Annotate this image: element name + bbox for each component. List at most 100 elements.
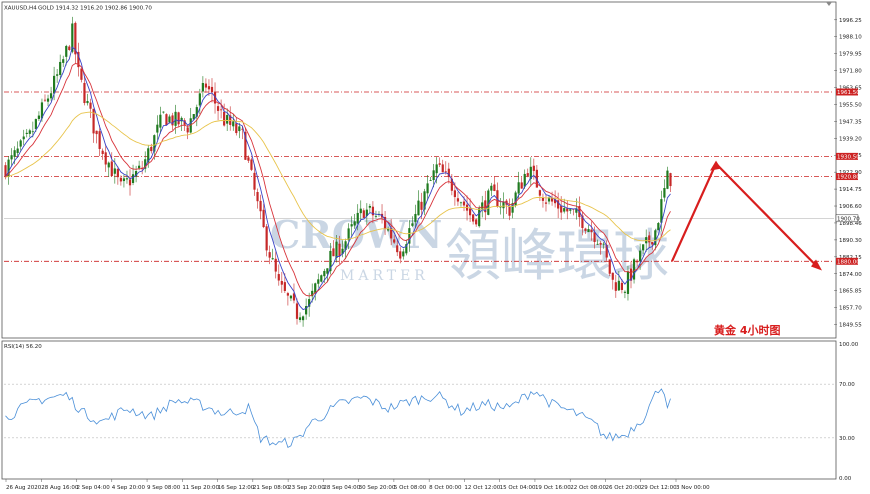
candle-body: [165, 114, 168, 126]
candle-body: [490, 185, 493, 191]
candle-body: [34, 119, 37, 129]
candle-body: [493, 184, 496, 191]
candle-body: [113, 168, 116, 174]
candle-body: [614, 282, 617, 291]
candle-body: [590, 229, 593, 233]
candle-body: [150, 146, 153, 152]
candle-body: [468, 208, 472, 216]
candle-body: [198, 93, 201, 106]
time-tick-label: 9 Sep 08:00: [147, 485, 181, 491]
time-tick-label: 26 Aug 2020: [6, 485, 42, 491]
candle-body: [265, 226, 268, 251]
candle-body: [283, 282, 286, 291]
candle-body: [43, 99, 47, 101]
candle-body: [432, 170, 435, 181]
candle-body: [62, 59, 65, 63]
candle-body: [220, 109, 223, 111]
candle-body: [608, 259, 611, 274]
candle-body: [560, 205, 563, 213]
price-tick-label: 1979.95: [839, 52, 862, 58]
candle-body: [277, 274, 280, 281]
candle-body: [22, 136, 25, 140]
candle-body: [89, 102, 92, 109]
candle-body: [374, 215, 378, 217]
candle-body: [663, 188, 666, 198]
candle-body: [295, 303, 299, 319]
time-tick-label: 16 Sep 12:00: [218, 485, 255, 491]
candle-body: [587, 229, 590, 233]
level-tag-label: 1930.50: [837, 154, 860, 160]
candle-body: [238, 126, 241, 132]
candle-body: [268, 252, 271, 258]
candle-body: [356, 212, 359, 224]
candle-body: [517, 182, 520, 194]
candle-body: [502, 202, 505, 209]
candle-body: [347, 228, 350, 241]
candle-body: [475, 219, 478, 225]
time-tick-label: 11 Sep 20:00: [182, 485, 219, 491]
candle-body: [116, 168, 119, 178]
candle-body: [98, 131, 101, 149]
candle-body: [635, 260, 639, 263]
candle-body: [49, 93, 53, 99]
candle-body: [247, 157, 250, 161]
candle-body: [298, 317, 302, 320]
ohlc-values: GOLD 1914.32 1916.20 1902.86 1900.70: [38, 6, 152, 12]
candle-body: [177, 112, 180, 125]
candle-body: [216, 106, 220, 111]
time-tick-label: 28 Aug 16:00: [41, 485, 79, 491]
price-tick-label: 1971.80: [839, 69, 862, 75]
candle-body: [414, 213, 417, 222]
candle-body: [617, 280, 620, 291]
candle-body: [13, 150, 16, 157]
chart-canvas: CROWN 領峰環球 MARTER 1996.251988.101979.951…: [1, 1, 862, 491]
candle-body: [350, 224, 353, 227]
watermark-sub: MARTER: [340, 268, 429, 284]
candle-body: [138, 165, 141, 169]
candle-body: [59, 61, 62, 75]
price-tick-label: 1947.35: [839, 119, 862, 125]
level-tag-label: 1961.50: [837, 90, 860, 96]
candle-body: [168, 116, 171, 123]
candle-body: [204, 83, 208, 88]
candle-body: [563, 208, 566, 212]
candle-body: [207, 86, 211, 90]
candle-body: [232, 121, 235, 127]
candle-body: [335, 241, 338, 259]
candle-body: [323, 270, 326, 277]
candle-body: [569, 209, 572, 211]
candle-body: [159, 114, 162, 128]
price-tick-label: 1857.70: [839, 306, 862, 312]
candle-body: [320, 275, 323, 282]
time-axis: 26 Aug 2020 28 Aug 16:002 Sep 04:00 4 Sep …: [5, 479, 710, 491]
candle-body: [626, 271, 630, 294]
time-tick-label: 22 Oct 08:00: [570, 485, 606, 491]
candle-body: [526, 173, 529, 176]
price-tick-label: 1874.00: [839, 272, 862, 278]
candle-body: [31, 131, 34, 133]
candle-body: [122, 178, 126, 182]
candle-body: [80, 68, 83, 80]
rsi-tick-label: 100.00: [839, 342, 859, 348]
time-tick-label: 19 Oct 16:00: [535, 485, 571, 491]
candle-body: [186, 127, 189, 133]
time-tick-label: 5 Oct 08:00: [394, 485, 427, 491]
price-tick-label: 1988.10: [839, 35, 862, 41]
candle-body: [532, 165, 535, 171]
candle-body: [253, 172, 256, 190]
candle-body: [456, 198, 460, 202]
candle-body: [125, 178, 129, 180]
candle-body: [438, 163, 441, 165]
candle-body: [56, 74, 59, 76]
candle-body: [453, 190, 456, 198]
candle-body: [317, 279, 320, 284]
time-tick-label: 4 Sep 20:00: [112, 485, 146, 491]
candle-body: [472, 214, 475, 222]
candle-body: [235, 123, 238, 134]
price-tick-label: 1906.60: [839, 204, 862, 210]
level-tag-label: 1920.80: [837, 175, 860, 181]
candle-body: [259, 200, 262, 212]
candle-body: [459, 202, 463, 204]
candle-body: [156, 124, 159, 133]
candle-body: [338, 243, 341, 257]
